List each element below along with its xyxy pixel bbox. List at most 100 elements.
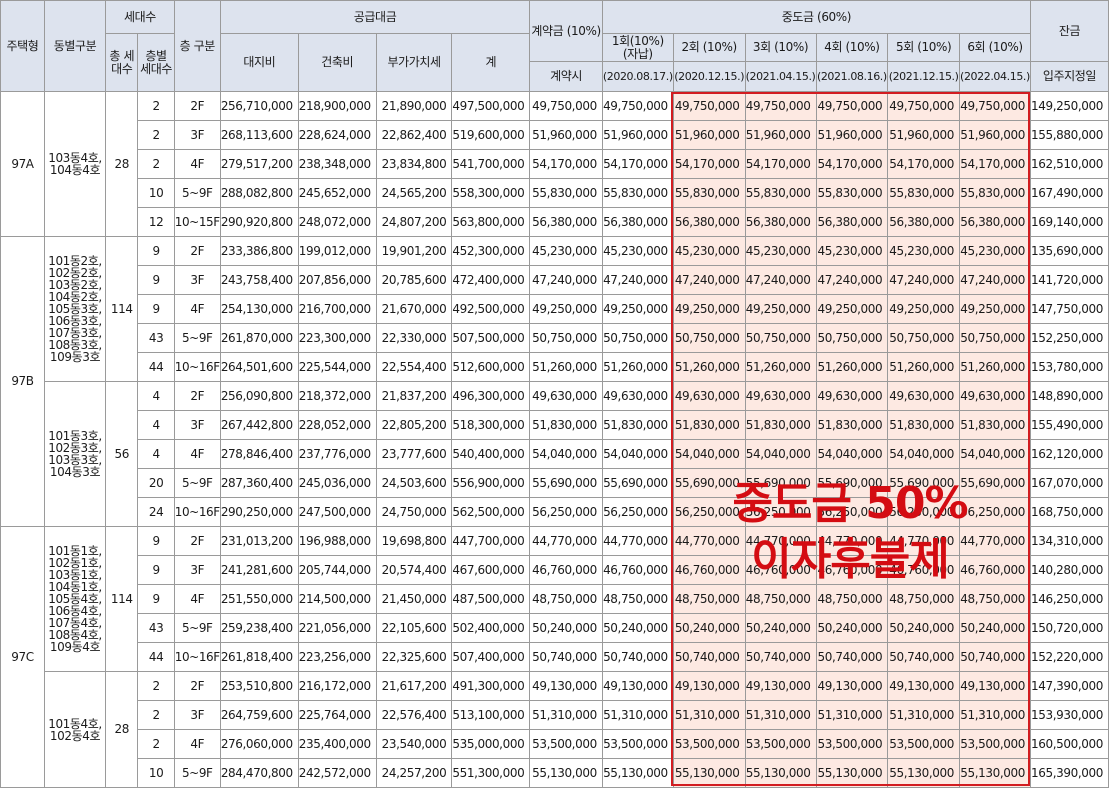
- installment-2-cell: 51,830,000: [672, 410, 746, 440]
- floor-cell: 5~9F: [173, 323, 221, 353]
- construction-price-cell: 214,500,000: [297, 584, 377, 614]
- balance-cell: 165,390,000: [1029, 758, 1109, 788]
- installment-1-header: 1회(10%) (자납): [601, 33, 674, 62]
- installment-3-header: 3회 (10%): [744, 33, 817, 62]
- deposit-cell: 55,830,000: [529, 178, 603, 208]
- installment-2-cell: 49,750,000: [672, 91, 746, 121]
- installment-6-cell: 46,760,000: [959, 555, 1031, 585]
- installment-3-cell: 50,740,000: [744, 642, 817, 672]
- deposit-cell: 49,130,000: [529, 671, 603, 701]
- installment-4-header: 4회 (10%): [815, 33, 889, 62]
- installment-2-cell: 56,380,000: [672, 207, 746, 237]
- installment-3-cell: 49,250,000: [744, 294, 817, 324]
- vat-cell: 20,574,400: [375, 555, 453, 585]
- total-units-header: 총 세대수: [105, 33, 139, 92]
- construction-price-cell: 238,348,000: [297, 149, 377, 179]
- floor-cell: 5~9F: [173, 178, 221, 208]
- floor-units-cell: 2: [137, 729, 175, 759]
- floor-cell: 4F: [173, 729, 221, 759]
- table-row: 24 10~16F 290,250,000 247,500,000 24,750,000…: [1, 497, 1109, 527]
- balance-cell: 153,930,000: [1029, 700, 1109, 730]
- balance-cell: 168,750,000: [1029, 497, 1109, 527]
- total-price-cell: 467,600,000: [451, 555, 531, 585]
- land-price-cell: 264,759,600: [219, 700, 299, 730]
- total-price-cell: 507,500,000: [451, 323, 531, 353]
- total-units-cell: 28: [105, 671, 139, 788]
- land-price-cell: 241,281,600: [219, 555, 299, 585]
- installment-5-cell: 54,170,000: [887, 149, 960, 179]
- land-price-cell: 261,818,400: [219, 642, 299, 672]
- installment-6-cell: 51,260,000: [959, 352, 1031, 382]
- supply-price-header: 공급대금: [219, 0, 531, 34]
- installment-4-cell: 55,830,000: [815, 178, 889, 208]
- floor-cell: 3F: [173, 700, 221, 730]
- installment-2-cell: 51,310,000: [672, 700, 746, 730]
- installment-5-cell: 50,750,000: [887, 323, 960, 353]
- land-price-cell: 279,517,200: [219, 149, 299, 179]
- land-price-cell: 276,060,000: [219, 729, 299, 759]
- installment-2-cell: 49,130,000: [672, 671, 746, 701]
- table-row: 4 3F 267,442,800 228,052,000 22,805,200 518,3…: [1, 410, 1109, 440]
- deposit-cell: 50,750,000: [529, 323, 603, 353]
- installment-6-cell: 44,770,000: [959, 526, 1031, 556]
- balance-cell: 155,490,000: [1029, 410, 1109, 440]
- installment-3-cell: 53,500,000: [744, 729, 817, 759]
- table-row: 9 4F 251,550,000 214,500,000 21,450,000 487,5…: [1, 584, 1109, 614]
- construction-price-cell: 247,500,000: [297, 497, 377, 527]
- vat-cell: 19,901,200: [375, 236, 453, 266]
- floor-units-cell: 43: [137, 323, 175, 353]
- floor-cell: 5~9F: [173, 468, 221, 498]
- building-cell: 101동1호, 102동1호, 103동1호, 104동1호, 105동4호, …: [43, 526, 107, 672]
- floor-cell: 2F: [173, 671, 221, 701]
- construction-price-cell: 245,652,000: [297, 178, 377, 208]
- building-cell: 103동4호, 104동4호: [43, 91, 107, 237]
- total-price-cell: 487,500,000: [451, 584, 531, 614]
- installment-6-cell: 49,750,000: [959, 91, 1031, 121]
- floor-units-cell: 10: [137, 758, 175, 788]
- total-header: 계: [451, 33, 531, 92]
- floor-units-cell: 2: [137, 120, 175, 150]
- installment-1-cell: 55,130,000: [601, 758, 674, 788]
- installment-4-cell: 49,750,000: [815, 91, 889, 121]
- installment-1-cell: 49,630,000: [601, 381, 674, 411]
- land-header: 대지비: [219, 33, 299, 92]
- installment-5-cell: 47,240,000: [887, 265, 960, 295]
- land-price-cell: 268,113,600: [219, 120, 299, 150]
- vat-cell: 21,670,000: [375, 294, 453, 324]
- construction-price-cell: 242,572,000: [297, 758, 377, 788]
- installment-2-cell: 55,830,000: [672, 178, 746, 208]
- deposit-cell: 56,380,000: [529, 207, 603, 237]
- total-price-cell: 507,400,000: [451, 642, 531, 672]
- house-type-header: 주택형: [0, 0, 45, 92]
- land-price-cell: 254,130,000: [219, 294, 299, 324]
- table-row: 10 5~9F 284,470,800 242,572,000 24,257,200 55…: [1, 758, 1109, 788]
- balance-cell: 160,500,000: [1029, 729, 1109, 759]
- land-price-cell: 290,920,800: [219, 207, 299, 237]
- installment-1-cell: 54,170,000: [601, 149, 674, 179]
- installment-1-cell: 46,760,000: [601, 555, 674, 585]
- total-price-cell: 497,500,000: [451, 91, 531, 121]
- vat-cell: 23,834,800: [375, 149, 453, 179]
- installment-1-cell: 47,240,000: [601, 265, 674, 295]
- table-row: 43 5~9F 261,870,000 223,300,000 22,330,000 50…: [1, 323, 1109, 353]
- installment-6-date: (2022.04.15.): [959, 61, 1031, 92]
- floor-units-cell: 9: [137, 526, 175, 556]
- installment-4-cell: 54,040,000: [815, 439, 889, 469]
- total-price-cell: 452,300,000: [451, 236, 531, 266]
- installment-4-cell: 51,960,000: [815, 120, 889, 150]
- land-price-cell: 267,442,800: [219, 410, 299, 440]
- middle-payment-header: 중도금 (60%): [601, 0, 1031, 34]
- deposit-cell: 46,760,000: [529, 555, 603, 585]
- deposit-cell: 44,770,000: [529, 526, 603, 556]
- balance-cell: 149,250,000: [1029, 91, 1109, 121]
- construction-price-cell: 225,544,000: [297, 352, 377, 382]
- installment-3-cell: 50,750,000: [744, 323, 817, 353]
- vat-cell: 22,330,000: [375, 323, 453, 353]
- land-price-cell: 253,510,800: [219, 671, 299, 701]
- installment-5-cell: 53,500,000: [887, 729, 960, 759]
- installment-5-cell: 56,250,000: [887, 497, 960, 527]
- deposit-cell: 55,690,000: [529, 468, 603, 498]
- floor-units-cell: 9: [137, 265, 175, 295]
- construction-price-cell: 248,072,000: [297, 207, 377, 237]
- installment-6-cell: 49,130,000: [959, 671, 1031, 701]
